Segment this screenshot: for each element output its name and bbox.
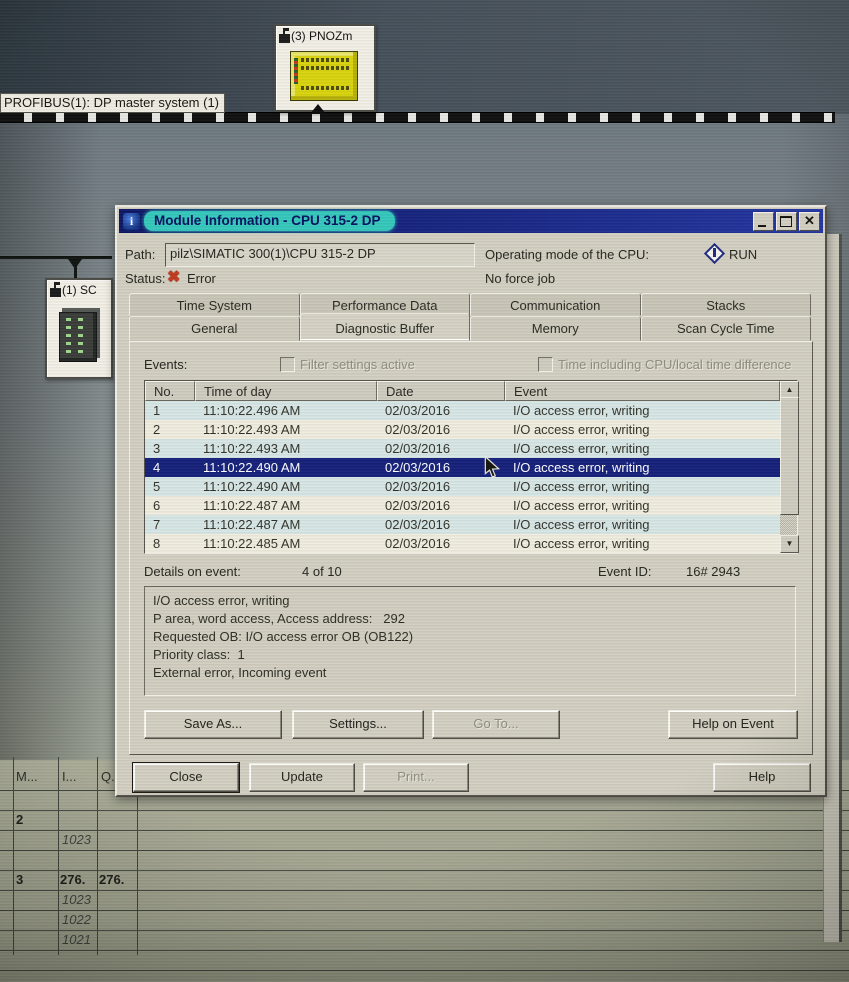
details-count: 4 of 10 [302,564,342,579]
header-event[interactable]: Event [505,381,780,401]
event-id-value: 16# 2943 [686,564,741,579]
maximize-button[interactable] [776,211,797,231]
col-m-header: M... [16,769,38,784]
tab-general[interactable]: General [129,316,300,341]
module-information-dialog: i Module Information - CPU 315-2 DP ✕ Pa… [115,205,827,797]
header-time-of-day[interactable]: Time of day [195,381,377,401]
module-info-icon: i [123,212,140,230]
table-row[interactable]: 1022 [0,910,849,931]
event-row-2[interactable]: 2 11:10:22.493 AM 02/03/2016 I/O access … [145,420,780,439]
tab-row-back: Time System Performance Data Communicati… [129,293,811,316]
minimize-button[interactable] [753,211,774,231]
opmode-label: Operating mode of the CPU: [485,247,650,262]
table-row[interactable]: 2 [0,810,849,831]
table-row[interactable]: 1023 [0,830,849,851]
header-no[interactable]: No. [145,381,195,401]
help-button[interactable]: Help [713,763,811,792]
tab-scan-cycle-time[interactable]: Scan Cycle Time [640,316,811,341]
update-button[interactable]: Update [249,763,355,792]
close-icon: ✕ [804,212,815,228]
dialog-titlebar[interactable]: i Module Information - CPU 315-2 DP ✕ [119,209,823,233]
event-details-box: I/O access error, writing P area, word a… [144,586,796,696]
detail-line: External error, Incoming event [153,665,327,680]
tab-memory[interactable]: Memory [470,316,641,341]
table-row[interactable] [0,950,849,971]
maximize-icon [780,215,792,227]
error-icon: ✖ [167,269,181,286]
detail-line: P area, word access, Access address: 292 [153,611,405,626]
bus-connector [310,104,326,114]
events-table-header: No. Time of day Date Event [145,381,780,401]
tab-communication[interactable]: Communication [470,293,641,316]
detail-line: Requested OB: I/O access error OB (OB122… [153,629,414,644]
col-i-header: I... [62,769,77,784]
opmode-value: RUN [729,247,758,262]
event-row-1[interactable]: 1 11:10:22.496 AM 02/03/2016 I/O access … [145,401,780,420]
filter-settings-checkbox[interactable] [280,357,295,372]
event-row-8[interactable]: 8 11:10:22.485 AM 02/03/2016 I/O access … [145,534,780,553]
station-slave[interactable]: (1) SC [45,278,113,379]
time-difference-label: Time including CPU/local time difference [558,357,792,372]
force-job-status: No force job [485,271,556,286]
profibus-rail [0,112,835,123]
table-row[interactable]: 1023 [0,890,849,911]
event-row-6[interactable]: 6 11:10:22.487 AM 02/03/2016 I/O access … [145,496,780,515]
table-row[interactable]: 3 276. 276. [0,870,849,891]
table-row[interactable]: 1021 [0,930,849,951]
tab-diagnostic-buffer[interactable]: Diagnostic Buffer [299,313,470,341]
time-difference-checkbox[interactable] [538,357,553,372]
print-button[interactable]: Print... [363,763,469,792]
status-value: Error [187,271,216,286]
minimize-icon [758,224,766,227]
branch-line [0,256,112,259]
path-field[interactable]: pilz\SIMATIC 300(1)\CPU 315-2 DP [165,243,475,267]
events-scrollbar[interactable]: ▲ ▼ [780,381,799,553]
tab-stacks[interactable]: Stacks [640,293,811,316]
go-to-button[interactable]: Go To... [432,710,560,739]
station-pnoz-label: (3) PNOZm [291,29,353,43]
event-row-7[interactable]: 7 11:10:22.487 AM 02/03/2016 I/O access … [145,515,780,534]
diagnostic-buffer-panel: Events: Filter settings active Time incl… [129,341,813,755]
event-row-5[interactable]: 5 11:10:22.490 AM 02/03/2016 I/O access … [145,477,780,496]
station-pnoz[interactable]: (3) PNOZm [274,24,376,112]
event-row-3[interactable]: 3 11:10:22.493 AM 02/03/2016 I/O access … [145,439,780,458]
mouse-cursor [484,456,501,478]
detail-line: Priority class: 1 [153,647,245,662]
station-slave-label: (1) SC [62,283,97,297]
event-row-4-selected[interactable]: 4 11:10:22.490 AM 02/03/2016 I/O access … [145,458,780,477]
events-rows: 1 11:10:22.496 AM 02/03/2016 I/O access … [145,401,780,553]
events-label: Events: [144,357,188,372]
header-date[interactable]: Date [377,381,505,401]
settings-button[interactable]: Settings... [292,710,424,739]
events-table: No. Time of day Date Event 1 11:10:22.49… [144,380,799,554]
save-as-button[interactable]: Save As... [144,710,282,739]
slave-device-icon [59,312,97,362]
pnoz-device-icon [290,51,358,101]
detail-line: I/O access error, writing [153,593,290,608]
path-label: Path: [125,247,156,262]
station-icon [50,282,61,297]
profibus-label: PROFIBUS(1): DP master system (1) [0,93,226,113]
close-button[interactable]: ✕ [799,211,820,231]
filter-settings-label: Filter settings active [300,357,415,372]
tab-row-front: General Diagnostic Buffer Memory Scan Cy… [129,313,811,341]
help-on-event-button[interactable]: Help on Event [668,710,798,739]
event-id-label: Event ID: [598,564,652,579]
details-label: Details on event: [144,564,241,579]
run-indicator-icon [703,242,726,265]
scrollbar-thumb[interactable] [780,397,799,515]
close-dialog-button[interactable]: Close [132,762,240,793]
station-icon [279,28,290,43]
scroll-down-icon[interactable]: ▼ [780,535,799,553]
status-label: Status: [125,271,166,286]
tab-time-system[interactable]: Time System [129,293,300,316]
table-row[interactable] [0,850,849,871]
dialog-title: Module Information - CPU 315-2 DP [144,211,395,231]
